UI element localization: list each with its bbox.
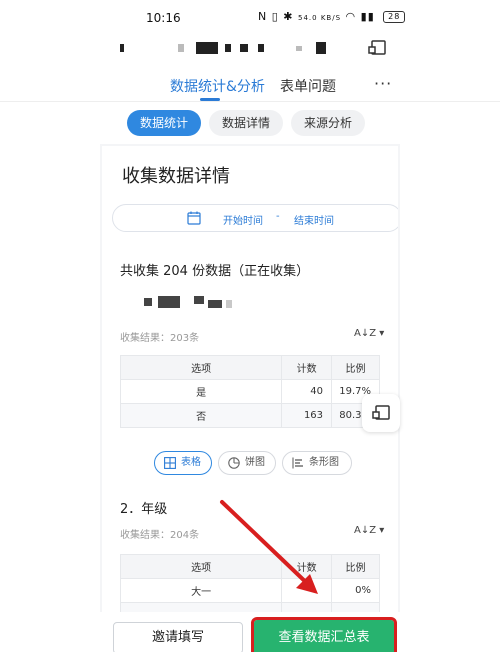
table-row: 否 163 80.3%	[119, 403, 380, 428]
bottom-action-bar: 邀请填写 查看数据汇总表	[0, 612, 500, 652]
redacted-question-title	[226, 300, 232, 308]
column-header-count: 计数	[281, 355, 333, 380]
tab-form-questions[interactable]: 表单问题	[280, 76, 336, 96]
signal-icon: ▮▮	[360, 10, 375, 23]
sort-icon[interactable]: A↓Z ▾	[354, 525, 384, 536]
redacted-question-title	[208, 300, 222, 308]
vibrate-icon: ▯	[271, 10, 279, 23]
view-bar-button[interactable]: 条形图	[282, 451, 352, 475]
column-header-ratio: 比例	[331, 355, 380, 380]
view-pie-button[interactable]: 饼图	[218, 451, 276, 475]
sort-icon[interactable]: A↓Z ▾	[354, 328, 384, 339]
bar-chart-icon	[292, 457, 303, 469]
table-icon	[164, 457, 176, 469]
redacted-question-title	[158, 296, 180, 308]
status-bar: 10:16 N ▯ ✱ 54.0 KB/S ◠ ▮▮ 28	[0, 0, 500, 34]
table-row: 是 40 19.7%	[119, 379, 380, 404]
column-header-ratio: 比例	[331, 554, 380, 579]
detail-card: 收集数据详情 开始时间 - 结束时间 共收集 204 份数据（正在收集） 收集结…	[102, 146, 398, 612]
active-tab-indicator	[200, 98, 220, 101]
redacted-title	[196, 42, 218, 54]
date-range-picker[interactable]: 开始时间 - 结束时间	[112, 204, 398, 232]
wifi-icon: ◠	[345, 10, 357, 23]
network-speed: 54.0 KB/S	[298, 14, 342, 22]
view-summary-button[interactable]: 查看数据汇总表	[251, 617, 397, 652]
cell-option: 大一	[119, 578, 283, 603]
date-end: 结束时间	[294, 216, 334, 227]
form-title-row	[0, 34, 500, 64]
top-tab-bar: 数据统计&分析 表单问题 ···	[0, 66, 500, 102]
battery-icon: 28	[383, 11, 406, 23]
redacted-question-title	[144, 298, 152, 306]
column-header-option: 选项	[119, 554, 283, 579]
subtab-data-details[interactable]: 数据详情	[209, 110, 283, 136]
redacted-title	[120, 44, 124, 52]
redacted-title	[296, 46, 302, 51]
cell-option: 是	[119, 379, 283, 404]
tab-statistics-analysis[interactable]: 数据统计&分析	[170, 76, 265, 96]
status-icons: N ▯ ✱ 54.0 KB/S ◠ ▮▮ 28	[258, 10, 406, 23]
redacted-question-title	[194, 296, 204, 304]
q2-result-count: 收集结果：204条	[120, 530, 200, 541]
date-separator: -	[276, 211, 280, 222]
subtab-data-statistics[interactable]: 数据统计	[127, 110, 201, 136]
redacted-title	[178, 44, 184, 52]
column-header-option: 选项	[119, 355, 283, 380]
table-row	[119, 602, 380, 612]
view-table-label: 表格	[181, 457, 201, 468]
calendar-icon	[187, 211, 201, 225]
q2-title: 2．年级	[120, 502, 168, 517]
cell-count	[281, 578, 333, 603]
pie-chart-icon	[228, 457, 240, 469]
bluetooth-icon: ✱	[283, 10, 294, 23]
status-time: 10:16	[146, 11, 181, 25]
cell-count: 40	[281, 379, 333, 404]
cell-option: 否	[119, 403, 283, 428]
cell-count: 163	[281, 403, 333, 428]
q2-stats-table: 选项 计数 比例 大一 0%	[119, 554, 380, 612]
view-pie-label: 饼图	[245, 457, 265, 468]
nfc-icon: N	[258, 10, 268, 23]
redacted-title	[225, 44, 231, 52]
column-header-count: 计数	[281, 554, 333, 579]
view-bar-label: 条形图	[309, 457, 339, 468]
redacted-title	[258, 44, 264, 52]
subtab-source-analysis[interactable]: 来源分析	[291, 110, 365, 136]
date-start: 开始时间	[223, 216, 263, 227]
invite-fill-button[interactable]: 邀请填写	[113, 622, 243, 652]
sub-tab-bar: 数据统计 数据详情 来源分析	[0, 108, 500, 138]
floating-cast-button[interactable]	[362, 394, 400, 432]
redacted-title	[316, 42, 326, 54]
table-row: 大一 0%	[119, 578, 380, 603]
redacted-title	[240, 44, 248, 52]
section-title: 收集数据详情	[122, 166, 230, 187]
more-icon[interactable]: ···	[374, 74, 392, 93]
view-table-button[interactable]: 表格	[154, 451, 212, 475]
cell-ratio: 0%	[331, 578, 380, 603]
total-collected: 共收集 204 份数据（正在收集）	[120, 264, 310, 279]
cast-icon[interactable]	[368, 40, 386, 56]
q1-stats-table: 选项 计数 比例 是 40 19.7% 否 163 80.3%	[119, 355, 380, 428]
q1-result-count: 收集结果：203条	[120, 333, 200, 344]
cast-icon	[372, 405, 390, 420]
